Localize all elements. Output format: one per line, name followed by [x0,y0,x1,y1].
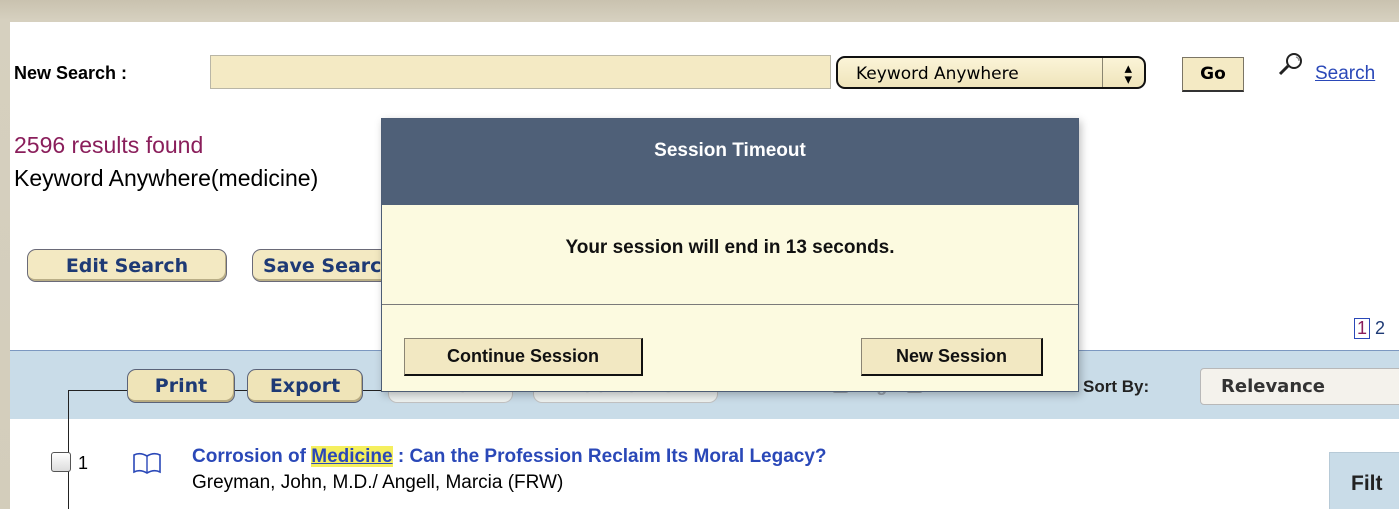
search-query-text: Keyword Anywhere(medicine) [14,165,319,191]
result-title-prefix: Corrosion of [192,446,312,467]
dialog-header: Session Timeout [382,119,1078,205]
book-icon [133,452,161,474]
continue-session-button[interactable]: Continue Session [404,338,643,376]
result-author: Greyman, John, M.D./ Angell, Marcia (FRW… [192,472,564,493]
page-frame: New Search : Keyword Anywhere ▴ ▾ Go Sear… [10,22,1399,509]
dialog-separator [382,304,1078,305]
session-timeout-dialog: Session Timeout Your session will end in… [381,118,1079,392]
edit-search-button[interactable]: Edit Search [27,249,227,282]
search-tips-link[interactable]: Search [1315,63,1375,85]
select-separator [1102,58,1103,87]
result-checkbox[interactable] [51,452,71,472]
sort-by-select[interactable]: Relevance [1200,368,1399,405]
result-title-highlight: Medicine [311,446,393,467]
result-title-suffix: : Can the Profession Reclaim Its Moral L… [392,446,827,467]
result-number: 1 [78,453,89,473]
page-next-link[interactable]: 2 [1375,318,1385,338]
search-field-selected: Keyword Anywhere [856,64,1019,84]
magnifier-icon[interactable] [1272,45,1312,85]
search-field-select[interactable]: Keyword Anywhere ▴ ▾ [836,56,1146,89]
page-current: 1 [1354,318,1371,339]
dialog-message: Your session will end in 13 seconds. [565,237,895,258]
results-count: 2596 results found [14,132,204,158]
search-input[interactable] [210,55,831,89]
result-title-link[interactable]: Corrosion of Medicine : Can the Professi… [192,446,827,468]
filter-panel: Filt [1329,452,1399,509]
print-button[interactable]: Print [127,369,235,403]
dialog-title: Session Timeout [654,140,806,161]
select-arrows-icon: ▴ ▾ [1124,59,1132,88]
new-search-label: New Search : [14,63,128,83]
sort-by-label: Sort By: [1083,377,1150,396]
tree-connector-vertical [68,390,69,509]
pagination: 1 2 [1354,318,1385,339]
filter-panel-title: Filt [1351,472,1383,495]
go-button[interactable]: Go [1182,57,1244,92]
export-button[interactable]: Export [247,369,363,403]
new-session-button[interactable]: New Session [861,338,1043,376]
